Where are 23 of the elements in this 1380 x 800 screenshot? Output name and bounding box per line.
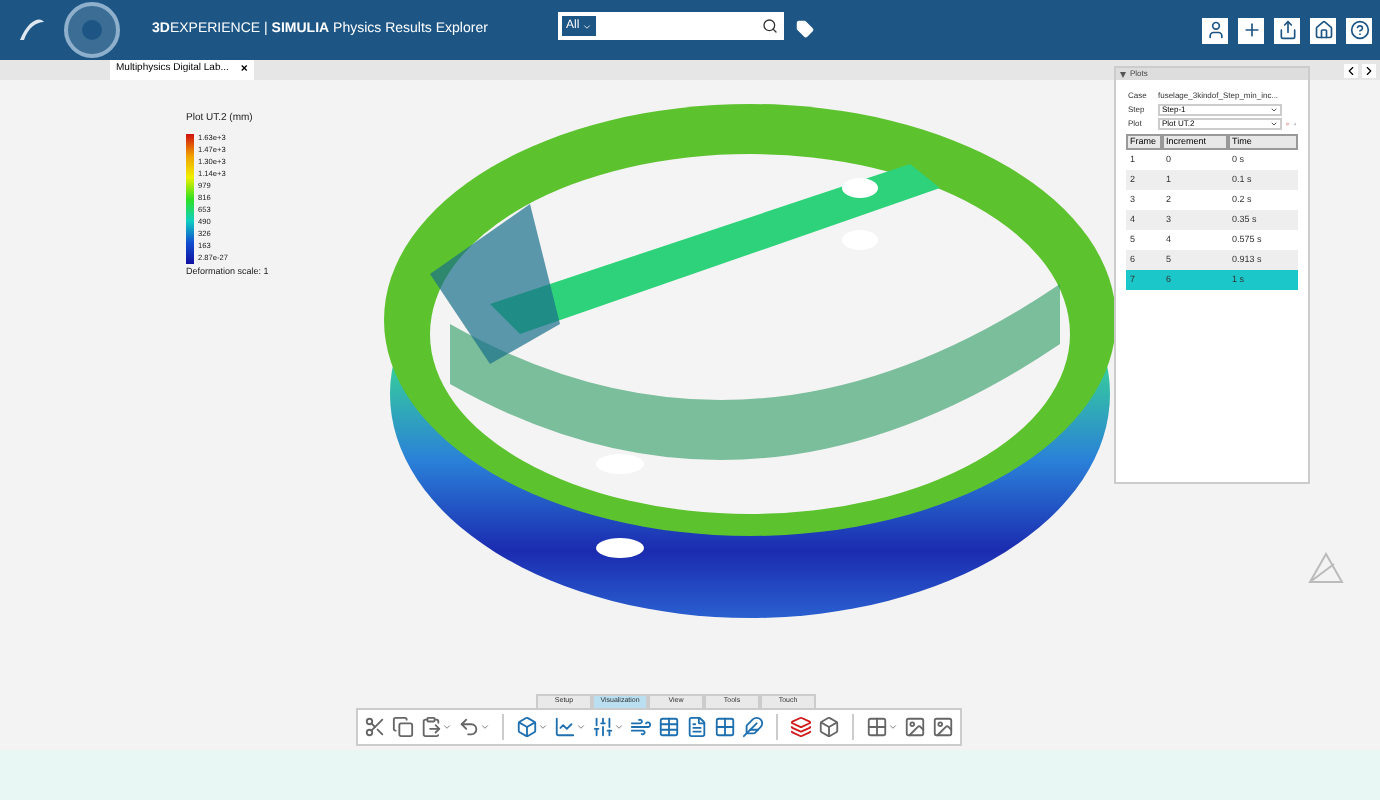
compass-button[interactable]	[64, 2, 120, 58]
help-icon[interactable]	[1346, 17, 1372, 43]
share-icon[interactable]	[1274, 17, 1300, 43]
paste-icon[interactable]	[420, 716, 442, 738]
document-icon[interactable]	[686, 716, 708, 738]
chart-icon[interactable]	[554, 716, 576, 738]
user-icon[interactable]	[1202, 17, 1228, 43]
scroll-right-icon[interactable]	[1362, 64, 1376, 78]
color-scale-bar	[186, 133, 194, 263]
add-icon[interactable]	[1238, 17, 1264, 43]
capture-icon[interactable]	[932, 716, 954, 738]
tag-icon[interactable]	[796, 20, 814, 38]
home-icon[interactable]	[1310, 17, 1336, 43]
image-icon[interactable]	[904, 716, 926, 738]
axis-triad-icon	[1306, 552, 1346, 588]
layout-icon[interactable]	[866, 716, 888, 738]
ds-logo-icon[interactable]	[16, 16, 48, 44]
search-icon[interactable]	[762, 18, 778, 34]
scissors-icon[interactable]	[364, 716, 386, 738]
scroll-left-icon[interactable]	[1344, 64, 1358, 78]
undo-icon[interactable]	[458, 716, 480, 738]
table-icon[interactable]	[658, 716, 680, 738]
copy-icon[interactable]	[392, 716, 414, 738]
